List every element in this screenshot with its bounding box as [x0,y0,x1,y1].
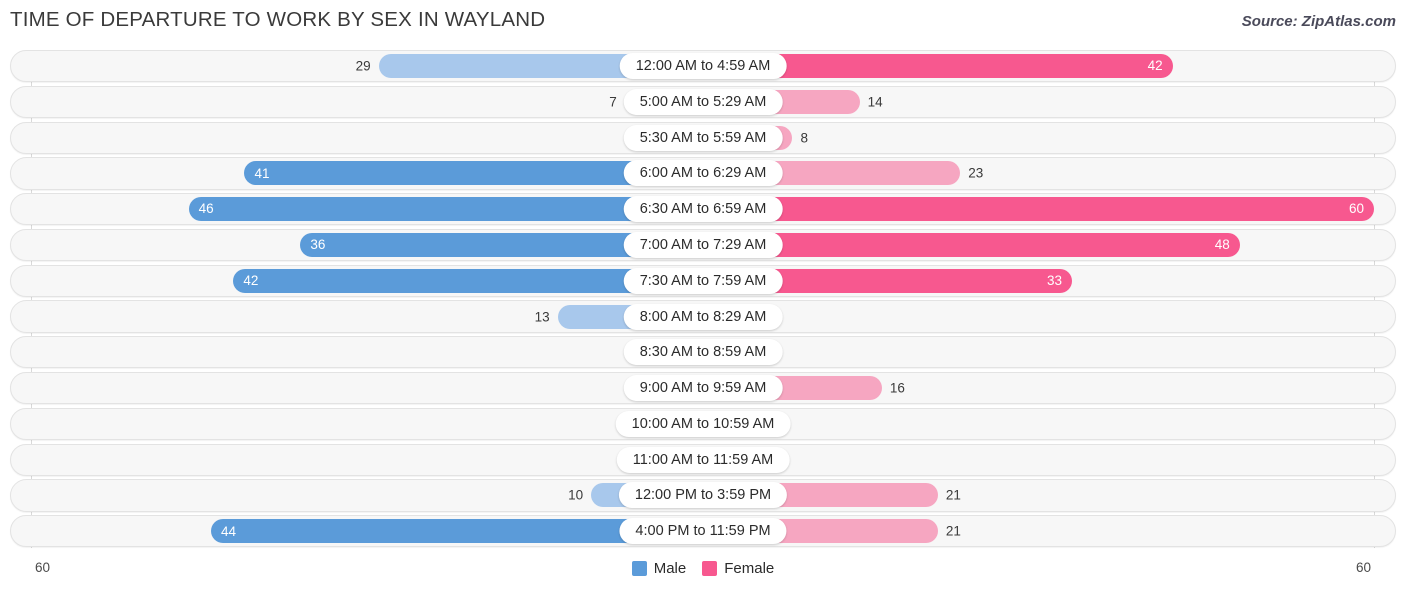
chart-row: 085:30 AM to 5:59 AM [10,121,1396,154]
category-label: 12:00 AM to 4:59 AM [619,53,787,80]
row-bars: 41 23 6:00 AM to 6:29 AM [10,157,1396,189]
category-label: 9:00 AM to 9:59 AM [623,375,783,402]
category-label: 6:30 AM to 6:59 AM [623,196,783,223]
row-bars: 008:30 AM to 8:59 AM [10,336,1396,368]
bar-value-female: 21 [945,523,961,539]
row-bars: 085:30 AM to 5:59 AM [10,122,1396,154]
bar-female[interactable]: 48 [703,233,1240,257]
chart-row: 36 48 7:00 AM to 7:29 AM [10,228,1396,262]
bar-value-female: 14 [867,94,883,110]
chart-row: 41 23 6:00 AM to 6:29 AM [10,157,1396,190]
chart-row: 6010:00 AM to 10:59 AM [10,407,1396,440]
chart-row: 008:30 AM to 8:59 AM [10,336,1396,369]
bar-value-male: 13 [534,309,550,325]
row-bars: 0011:00 AM to 11:59 AM [10,444,1396,476]
bar-value-female: 16 [889,380,905,396]
legend-swatch-male [631,561,647,576]
row-bars: 46 60 6:30 AM to 6:59 AM [10,193,1396,225]
category-label: 7:30 AM to 7:59 AM [623,267,783,294]
category-label: 11:00 AM to 11:59 AM [616,446,790,473]
legend-swatch-female [702,561,718,576]
legend-item-female[interactable]: Female [702,560,774,577]
chart-row: 46 60 6:30 AM to 6:59 AM [10,193,1396,226]
category-label: 4:00 PM to 11:59 PM [619,518,787,545]
chart-footer: 60 60 Male Female [0,557,1406,587]
category-label: 5:30 AM to 5:59 AM [623,124,783,151]
row-bars: 44 21 4:00 PM to 11:59 PM [10,515,1396,547]
chart-row: 42 33 7:30 AM to 7:59 AM [10,264,1396,297]
chart-row: 10 21 12:00 PM to 3:59 PM [10,479,1396,512]
chart-row: 0011:00 AM to 11:59 AM [10,443,1396,476]
bar-value-female: 8 [800,130,808,146]
legend-label-female: Female [724,560,775,577]
bar-value-male: 10 [568,487,584,503]
bar-value-male: 44 [220,523,236,539]
category-label: 5:00 AM to 5:29 AM [623,88,783,115]
row-bars: 0169:00 AM to 9:59 AM [10,372,1396,404]
category-label: 6:00 AM to 6:29 AM [623,160,783,187]
legend-label-male: Male [653,560,687,577]
chart-row: 0169:00 AM to 9:59 AM [10,372,1396,405]
bar-value-female: 48 [1214,237,1230,253]
legend: Male Female [0,560,1406,577]
bar-female[interactable]: 60 [703,197,1374,222]
source-attribution: Source: ZipAtlas.com [1241,13,1396,30]
bar-value-female: 21 [945,487,961,503]
diverging-bar-chart: 29 42 12:00 AM to 4:59 AM 7 14 5:00 AM to 5:2… [10,50,1396,548]
chart-rows: 29 42 12:00 AM to 4:59 AM 7 14 5:00 AM to 5:2… [10,50,1396,548]
bar-value-male: 42 [243,273,259,289]
row-bars: 42 33 7:30 AM to 7:59 AM [10,265,1396,297]
row-bars: 6010:00 AM to 10:59 AM [10,408,1396,440]
legend-item-male[interactable]: Male [631,560,687,577]
category-label: 8:00 AM to 8:29 AM [623,303,783,330]
bar-value-male: 7 [609,94,617,110]
category-label: 7:00 AM to 7:29 AM [623,232,783,258]
bar-value-male: 29 [355,58,371,74]
chart-row: 1328:00 AM to 8:29 AM [10,300,1396,333]
page-title: TIME OF DEPARTURE TO WORK BY SEX IN WAYL… [10,8,546,31]
bar-value-male: 41 [254,165,270,181]
bar-value-female: 33 [1047,273,1063,289]
bar-value-female: 23 [968,165,984,181]
bar-value-male: 36 [310,237,326,253]
category-label: 8:30 AM to 8:59 AM [623,339,783,366]
chart-row: 44 21 4:00 PM to 11:59 PM [10,515,1396,548]
chart-row: 7 14 5:00 AM to 5:29 AM [10,85,1396,118]
chart-page: TIME OF DEPARTURE TO WORK BY SEX IN WAYL… [0,0,1406,594]
row-bars: 10 21 12:00 PM to 3:59 PM [10,479,1396,511]
row-bars: 36 48 7:00 AM to 7:29 AM [10,229,1396,261]
bar-value-female: 42 [1147,58,1163,74]
row-bars: 1328:00 AM to 8:29 AM [10,300,1396,332]
chart-row: 29 42 12:00 AM to 4:59 AM [10,50,1396,83]
row-bars: 7 14 5:00 AM to 5:29 AM [10,86,1396,118]
bar-value-female: 60 [1348,201,1364,217]
category-label: 10:00 AM to 10:59 AM [615,410,791,437]
bar-value-male: 46 [198,201,214,217]
row-bars: 29 42 12:00 AM to 4:59 AM [10,50,1396,82]
category-label: 12:00 PM to 3:59 PM [618,482,788,509]
